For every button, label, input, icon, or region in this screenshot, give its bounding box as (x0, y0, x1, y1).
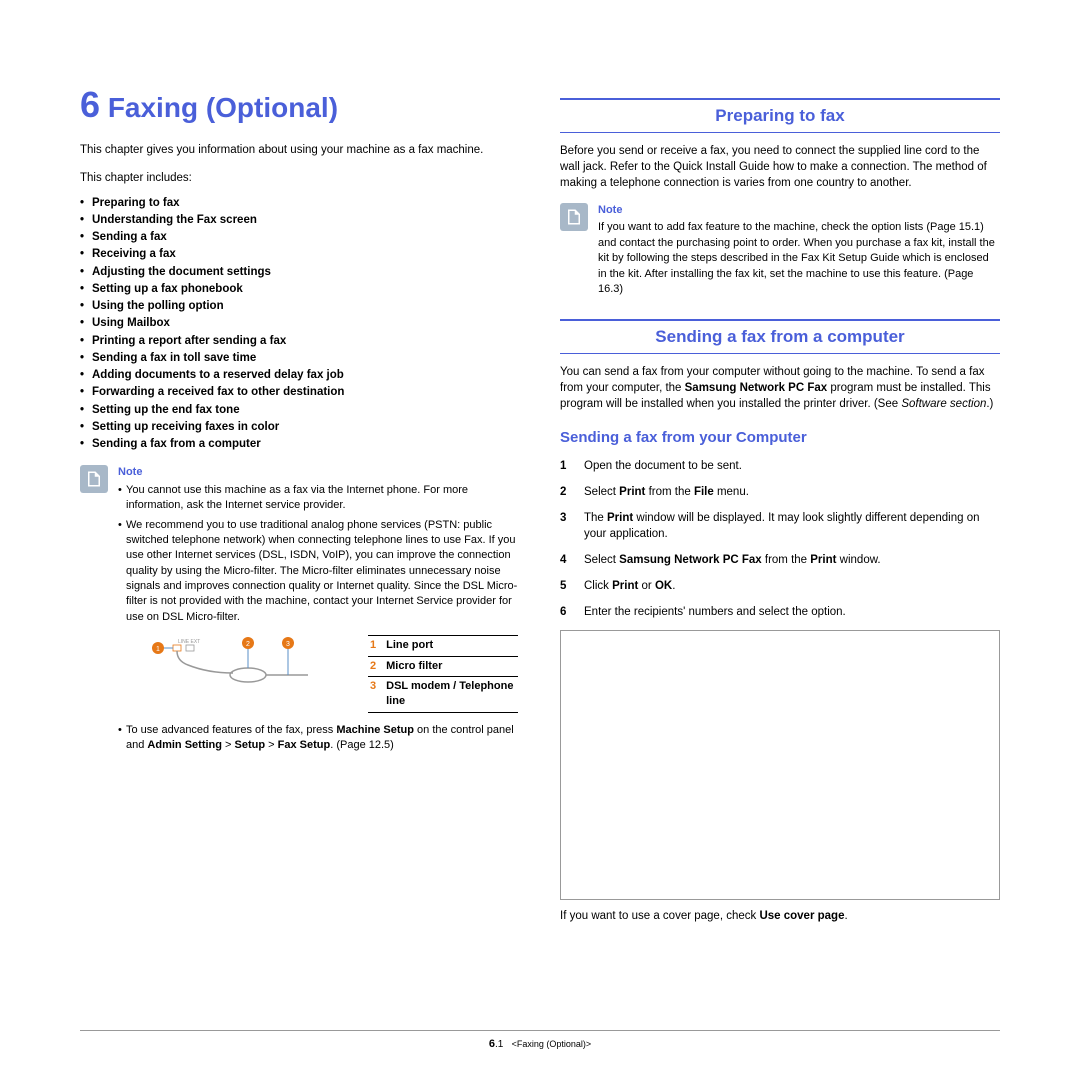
note-bullet: To use advanced features of the fax, pre… (118, 723, 520, 754)
step-text: Click Print or OK. (584, 578, 675, 594)
toc-item: Sending a fax (80, 229, 520, 246)
svg-text:LINE EXT: LINE EXT (178, 639, 200, 645)
svg-text:2: 2 (246, 641, 250, 648)
note-title: Note (118, 465, 520, 480)
cover-page-text: If you want to use a cover page, check U… (560, 908, 1000, 924)
includes-label: This chapter includes: (80, 170, 520, 186)
note-bullet: We recommend you to use traditional anal… (118, 518, 520, 626)
legend-label: Micro filter (384, 656, 518, 676)
chapter-title: 6 Faxing (Optional) (80, 80, 520, 130)
footer-page: .1 (495, 1039, 503, 1050)
note-icon (560, 203, 588, 231)
steps-list: 1 Open the document to be sent. 2 Select P… (560, 458, 1000, 621)
note-bullet: You cannot use this machine as a fax via… (118, 483, 520, 514)
step-text: Enter the recipients' numbers and select… (584, 604, 846, 620)
section-body: You can send a fax from your computer wi… (560, 364, 1000, 412)
legend-num: 2 (368, 656, 384, 676)
section-header-sending-computer: Sending a fax from a computer (560, 319, 1000, 354)
chapter-text: Faxing (Optional) (108, 92, 338, 123)
note-title: Note (598, 203, 1000, 218)
step-text: The Print window will be displayed. It m… (584, 510, 1000, 542)
step-num: 3 (560, 510, 572, 542)
svg-text:3: 3 (286, 641, 290, 648)
note-body: If you want to add fax feature to the ma… (598, 220, 1000, 297)
legend-label: DSL modem / Telephone line (384, 677, 518, 713)
note-block: Note If you want to add fax feature to t… (560, 203, 1000, 297)
toc-item: Setting up the end fax tone (80, 402, 520, 419)
page-footer: 6.1 <Faxing (Optional)> (80, 1030, 1000, 1052)
toc-item: Setting up a fax phonebook (80, 281, 520, 298)
svg-text:1: 1 (156, 646, 160, 653)
step-text: Open the document to be sent. (584, 458, 742, 474)
toc-item: Printing a report after sending a fax (80, 333, 520, 350)
intro-paragraph: This chapter gives you information about… (80, 142, 520, 158)
step-num: 2 (560, 484, 572, 500)
step-text: Select Print from the File menu. (584, 484, 749, 500)
note-icon (80, 465, 108, 493)
toc-item: Forwarding a received fax to other desti… (80, 384, 520, 401)
legend-table: 1Line port 2Micro filter 3DSL modem / Te… (368, 635, 518, 713)
legend-label: Line port (384, 636, 518, 656)
subsection-header: Sending a fax from your Computer (560, 427, 1000, 448)
toc-item: Adjusting the document settings (80, 264, 520, 281)
toc-item: Setting up receiving faxes in color (80, 419, 520, 436)
footer-section: <Faxing (Optional)> (512, 1039, 592, 1049)
diagram-svg: LINE EXT 1 2 3 (148, 635, 348, 695)
screenshot-placeholder (560, 630, 1000, 900)
toc-list: Preparing to fax Understanding the Fax s… (80, 195, 520, 454)
toc-item: Using the polling option (80, 298, 520, 315)
step-num: 6 (560, 604, 572, 620)
legend-num: 3 (368, 677, 384, 713)
chapter-number: 6 (80, 84, 100, 125)
legend-num: 1 (368, 636, 384, 656)
section-header-preparing: Preparing to fax (560, 98, 1000, 133)
toc-item: Adding documents to a reserved delay fax… (80, 367, 520, 384)
connection-diagram: LINE EXT 1 2 3 1Line port (148, 635, 520, 713)
toc-item: Understanding the Fax screen (80, 212, 520, 229)
toc-item: Preparing to fax (80, 195, 520, 212)
toc-item: Sending a fax from a computer (80, 436, 520, 453)
toc-item: Using Mailbox (80, 315, 520, 332)
step-num: 1 (560, 458, 572, 474)
step-num: 4 (560, 552, 572, 568)
toc-item: Sending a fax in toll save time (80, 350, 520, 367)
step-text: Select Samsung Network PC Fax from the P… (584, 552, 881, 568)
step-num: 5 (560, 578, 572, 594)
toc-item: Receiving a fax (80, 246, 520, 263)
note-block: Note You cannot use this machine as a fa… (80, 465, 520, 757)
section-body: Before you send or receive a fax, you ne… (560, 143, 1000, 191)
